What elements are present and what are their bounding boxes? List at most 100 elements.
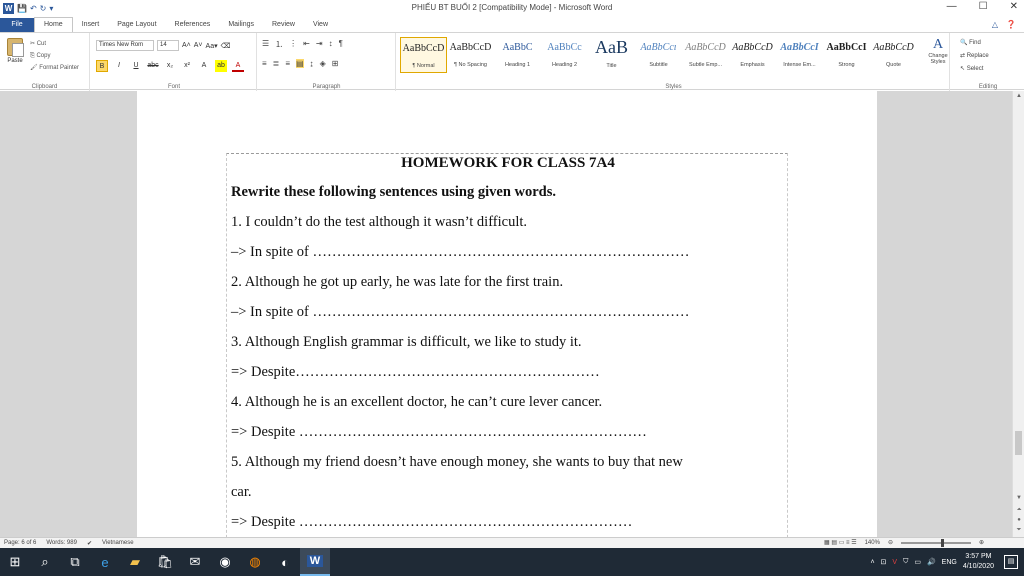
underline-button[interactable]: U <box>130 60 142 72</box>
style-quote[interactable]: AaBbCcD Quote <box>870 37 917 73</box>
store-icon[interactable]: 🛍 <box>150 548 180 576</box>
minimize-button[interactable]: — <box>947 1 957 12</box>
clear-formatting-icon[interactable]: ⌫ <box>221 42 231 50</box>
scroll-up-icon[interactable]: ▲ <box>1013 93 1024 99</box>
font-size-select[interactable]: 14 <box>157 40 179 51</box>
sort-icon[interactable]: ↕ <box>329 39 333 50</box>
firefox-icon[interactable]: ◍ <box>240 548 270 576</box>
align-right-icon[interactable]: ≡ <box>285 59 290 68</box>
document-page[interactable]: HOMEWORK FOR CLASS 7A4 Rewrite these fol… <box>137 91 877 537</box>
tab-view[interactable]: View <box>304 18 337 32</box>
antivirus-icon[interactable]: V <box>892 559 897 566</box>
style-no-spacing[interactable]: AaBbCcD ¶ No Spacing <box>447 37 494 73</box>
monitor-icon[interactable]: ▭ <box>914 558 921 566</box>
style-emphasis[interactable]: AaBbCcD Emphasis <box>729 37 776 73</box>
customize-qat-icon[interactable]: ▾ <box>49 4 53 13</box>
input-language[interactable]: ENG <box>942 559 957 566</box>
find-button[interactable]: 🔍 Find <box>960 37 989 50</box>
text-box[interactable]: HOMEWORK FOR CLASS 7A4 Rewrite these fol… <box>226 153 788 537</box>
zoom-slider-thumb[interactable] <box>940 538 944 547</box>
tab-review[interactable]: Review <box>263 18 304 32</box>
style-heading-2[interactable]: AaBbCc Heading 2 <box>541 37 588 73</box>
next-page-icon[interactable]: ⏷ <box>1013 527 1024 534</box>
search-icon[interactable]: ⌕ <box>30 548 60 576</box>
superscript-button[interactable]: x² <box>181 60 193 72</box>
style-title[interactable]: AaB Title <box>588 37 635 73</box>
tab-references[interactable]: References <box>166 18 220 32</box>
text-effects-icon[interactable]: A <box>198 60 210 72</box>
clock[interactable]: 3:57 PM 4/10/2020 <box>963 552 994 572</box>
network-icon[interactable]: ⊡ <box>881 558 887 566</box>
language-indicator[interactable]: Vietnamese <box>102 540 134 546</box>
tab-file[interactable]: File <box>0 18 34 32</box>
copy-button[interactable]: ⎘ Copy <box>30 50 79 62</box>
bullets-icon[interactable]: ☰ <box>262 39 269 50</box>
numbering-icon[interactable]: ⒈ <box>275 39 283 50</box>
proofing-icon[interactable]: ✔ <box>87 540 92 547</box>
shading-icon[interactable]: ◈ <box>320 59 326 68</box>
multilevel-list-icon[interactable]: ⋮ <box>289 39 297 50</box>
borders-icon[interactable]: ⊞ <box>332 59 339 68</box>
scroll-thumb[interactable] <box>1015 431 1022 455</box>
align-left-icon[interactable]: ≡ <box>262 59 267 68</box>
tab-home[interactable]: Home <box>34 17 73 32</box>
font-name-select[interactable]: Times New Rom <box>96 40 154 51</box>
mail-icon[interactable]: ✉ <box>180 548 210 576</box>
shield-icon[interactable]: ⛉ <box>903 558 908 566</box>
style-normal[interactable]: AaBbCcD ¶ Normal <box>400 37 447 73</box>
word-count[interactable]: Words: 989 <box>46 540 77 546</box>
change-styles-button[interactable]: A Change Styles <box>926 37 950 65</box>
font-color-icon[interactable]: A <box>232 60 244 72</box>
edge-browser-icon[interactable]: e <box>90 548 120 576</box>
grow-font-icon[interactable]: A˄ <box>182 42 191 49</box>
tab-page-layout[interactable]: Page Layout <box>108 18 165 32</box>
undo-icon[interactable]: ↶ <box>30 4 37 13</box>
page-count[interactable]: Page: 6 of 6 <box>4 540 36 546</box>
highlight-icon[interactable]: ab <box>215 60 227 72</box>
cut-button[interactable]: ✂ Cut <box>30 38 79 50</box>
increase-indent-icon[interactable]: ⇥ <box>316 39 323 50</box>
pilcrow-icon[interactable]: ¶ <box>339 39 343 50</box>
subscript-button[interactable]: x₂ <box>164 60 176 72</box>
help-icon[interactable]: ❓ <box>1006 20 1016 29</box>
vertical-scrollbar[interactable]: ▲ ▼ ⏶ ● ⏷ <box>1012 91 1024 537</box>
replace-button[interactable]: ⇄ Replace <box>960 50 989 63</box>
document-area[interactable]: HOMEWORK FOR CLASS 7A4 Rewrite these fol… <box>0 91 1012 537</box>
align-center-icon[interactable]: ≣ <box>273 59 280 68</box>
task-view-icon[interactable]: ⧉ <box>60 548 90 576</box>
save-icon[interactable]: 💾 <box>17 4 27 13</box>
notification-icon[interactable]: ▤ <box>1004 555 1018 569</box>
zoom-in-icon[interactable]: ⊕ <box>979 539 984 546</box>
style-subtitle[interactable]: AaBbCcı Subtitle <box>635 37 682 73</box>
justify-icon[interactable]: ▤ <box>296 59 304 68</box>
file-explorer-icon[interactable]: ▰ <box>120 548 150 576</box>
tab-mailings[interactable]: Mailings <box>219 18 263 32</box>
tab-insert[interactable]: Insert <box>73 18 109 32</box>
style-strong[interactable]: AaBbCcI Strong <box>823 37 870 73</box>
style-subtle-emphasis[interactable]: AaBbCcD Subtle Emp... <box>682 37 729 73</box>
zoom-out-icon[interactable]: ⊖ <box>888 539 893 546</box>
minimize-ribbon-icon[interactable]: △ <box>992 20 998 29</box>
line-spacing-icon[interactable]: ↨ <box>310 59 314 68</box>
style-heading-1[interactable]: AaBbC Heading 1 <box>494 37 541 73</box>
bold-button[interactable]: B <box>96 60 108 72</box>
zoom-level[interactable]: 140% <box>865 540 880 546</box>
volume-icon[interactable]: 🔊 <box>927 558 936 566</box>
tray-chevron-icon[interactable]: ˄ <box>870 559 874 566</box>
close-button[interactable]: ✕ <box>1010 1 1018 12</box>
shrink-font-icon[interactable]: A˅ <box>194 42 203 49</box>
italic-button[interactable]: I <box>113 60 125 72</box>
change-case-icon[interactable]: Aa▾ <box>206 42 218 50</box>
decrease-indent-icon[interactable]: ⇤ <box>303 39 310 50</box>
app-icon[interactable]: ◐ <box>270 548 300 576</box>
browse-object-icon[interactable]: ● <box>1013 517 1024 523</box>
previous-page-icon[interactable]: ⏶ <box>1013 507 1024 514</box>
select-button[interactable]: ↖ Select <box>960 63 989 76</box>
word-taskbar-icon[interactable]: W <box>300 548 330 576</box>
windows-start-icon[interactable]: ⊞ <box>0 548 30 576</box>
chrome-icon[interactable]: ◉ <box>210 548 240 576</box>
redo-icon[interactable]: ↻ <box>40 4 47 13</box>
maximize-button[interactable]: ☐ <box>979 1 988 12</box>
style-intense-emphasis[interactable]: AaBbCcI Intense Em... <box>776 37 823 73</box>
paste-button[interactable]: Paste <box>5 38 25 64</box>
